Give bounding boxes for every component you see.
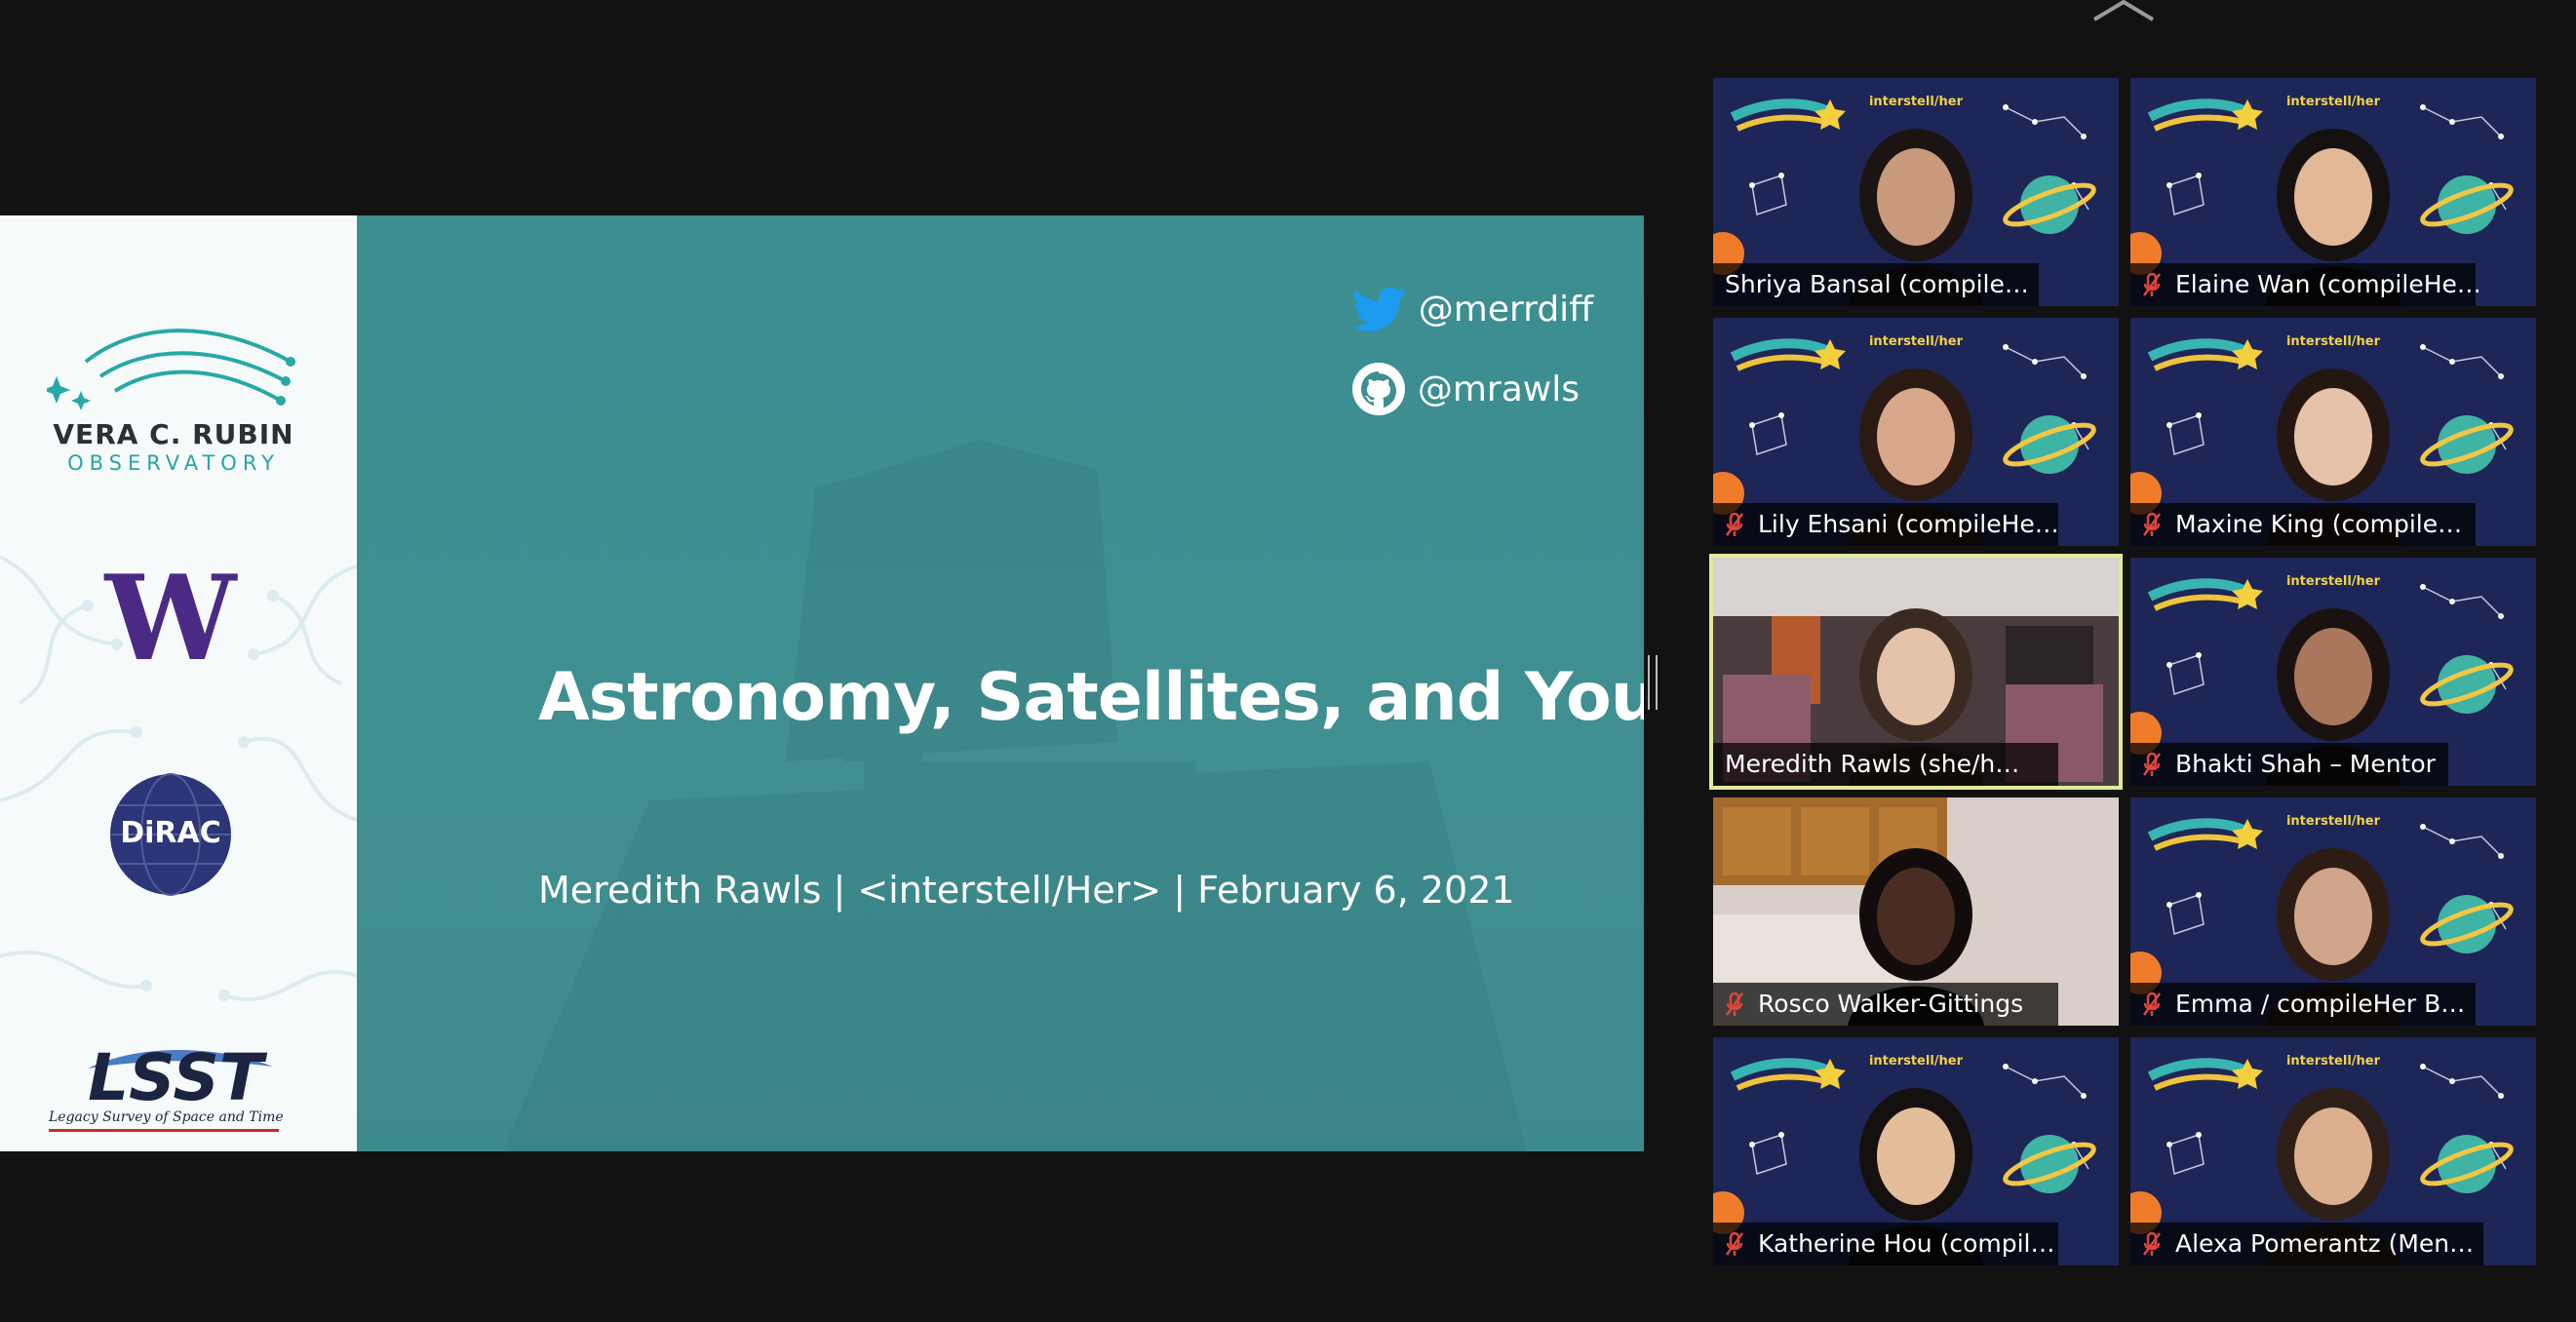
twitter-handle-text: @merrdiff bbox=[1418, 289, 1593, 330]
muted-mic-icon bbox=[2142, 992, 2162, 1016]
participant-name: Maxine King (compile… bbox=[2175, 510, 2463, 538]
participant-name-bar: Bhakti Shah – Mentor bbox=[2130, 743, 2448, 786]
participant-name-bar: Elaine Wan (compileHe… bbox=[2130, 263, 2481, 306]
muted-mic-icon bbox=[2142, 512, 2162, 536]
participant-name: Shriya Bansal (compile… bbox=[1725, 270, 2029, 298]
muted-mic-icon bbox=[1725, 1231, 1744, 1256]
participant-tile[interactable]: interstell/her Alexa Pomerantz (Men… bbox=[2130, 1037, 2536, 1265]
lsst-letters: LSST bbox=[88, 1040, 268, 1109]
lsst-logo: LSST Legacy Survey of Space and Time bbox=[49, 1039, 312, 1132]
participant-name: Lily Ehsani (compileHe… bbox=[1758, 510, 2059, 538]
banner-text: interstell/her bbox=[2286, 334, 2381, 349]
participant-tile[interactable]: interstell/her Maxine King (compile… bbox=[2130, 318, 2536, 546]
participant-name-bar: Meredith Rawls (she/h… bbox=[1713, 743, 2058, 786]
uw-letter: W bbox=[103, 562, 239, 669]
participant-tile[interactable]: interstell/her Shriya Bansal (compile… bbox=[1713, 78, 2119, 306]
twitter-handle-row: @merrdiff bbox=[1350, 286, 1593, 332]
github-handle-text: @mrawls bbox=[1417, 369, 1580, 409]
muted-mic-icon bbox=[2142, 1231, 2162, 1256]
lsst-subtitle: Legacy Survey of Space and Time bbox=[49, 1109, 284, 1125]
banner-text: interstell/her bbox=[2286, 814, 2381, 829]
banner-text: interstell/her bbox=[2286, 1054, 2381, 1069]
banner-text: interstell/her bbox=[1869, 95, 1964, 109]
participant-name: Katherine Hou (compil… bbox=[1758, 1229, 2055, 1258]
gallery-resize-handle[interactable] bbox=[1648, 655, 1658, 710]
rubin-observatory-logo: VERA C. RUBIN OBSERVATORY bbox=[43, 323, 300, 479]
slide-title: Astronomy, Satellites, and You bbox=[538, 659, 1644, 736]
participant-tile[interactable]: interstell/her Elaine Wan (compileHe… bbox=[2130, 78, 2536, 306]
participant-name: Emma / compileHer B… bbox=[2175, 990, 2466, 1018]
muted-mic-icon bbox=[1725, 992, 1744, 1016]
banner-text: interstell/her bbox=[2286, 95, 2381, 109]
logo-panel: VERA C. RUBIN OBSERVATORY W DiRAC LSST L… bbox=[0, 215, 357, 1151]
shared-screen-slide: VERA C. RUBIN OBSERVATORY W DiRAC LSST L… bbox=[0, 215, 1644, 1151]
participant-name-bar: Maxine King (compile… bbox=[2130, 503, 2476, 546]
muted-mic-icon bbox=[2142, 752, 2162, 776]
participant-tile[interactable]: interstell/her Katherine Hou (compil… bbox=[1713, 1037, 2119, 1265]
collapse-gallery-chevron-icon[interactable] bbox=[2090, 0, 2157, 23]
lsst-underline bbox=[49, 1129, 279, 1132]
participant-name: Bhakti Shah – Mentor bbox=[2175, 750, 2436, 778]
participant-name: Rosco Walker-Gittings bbox=[1758, 990, 2024, 1018]
muted-mic-icon bbox=[2142, 272, 2162, 296]
university-of-washington-logo: W bbox=[103, 562, 239, 669]
lsst-wordmark-icon: LSST bbox=[88, 1040, 273, 1115]
twitter-icon bbox=[1351, 288, 1405, 331]
participant-name: Alexa Pomerantz (Men… bbox=[2175, 1229, 2475, 1258]
participant-tile[interactable]: interstell/her Bhakti Shah – Mentor bbox=[2130, 558, 2536, 786]
rubin-name-text: VERA C. RUBIN bbox=[53, 418, 294, 450]
github-icon bbox=[1351, 363, 1405, 415]
participant-name-bar: Lily Ehsani (compileHe… bbox=[1713, 503, 2059, 546]
participant-name-bar: Shriya Bansal (compile… bbox=[1713, 263, 2039, 306]
participant-tile[interactable]: interstell/her Emma / compileHer B… bbox=[2130, 797, 2536, 1026]
slide-main-panel: @merrdiff @mrawls Astronomy, Satellites,… bbox=[357, 215, 1644, 1151]
participant-name-bar: Rosco Walker-Gittings bbox=[1713, 983, 2058, 1026]
participant-name-bar: Emma / compileHer B… bbox=[2130, 983, 2476, 1026]
dirac-logo: DiRAC bbox=[107, 771, 234, 898]
rubin-sub-text: OBSERVATORY bbox=[67, 451, 280, 475]
banner-text: interstell/her bbox=[1869, 334, 1964, 349]
participant-name: Elaine Wan (compileHe… bbox=[2175, 270, 2481, 298]
participant-name: Meredith Rawls (she/h… bbox=[1725, 750, 2020, 778]
participant-tile[interactable]: Rosco Walker-Gittings bbox=[1713, 797, 2119, 1026]
dirac-text: DiRAC bbox=[120, 816, 221, 850]
participant-tile[interactable]: interstell/her Lily Ehsani (compileHe… bbox=[1713, 318, 2119, 546]
banner-text: interstell/her bbox=[2286, 574, 2381, 589]
banner-text: interstell/her bbox=[1869, 1054, 1964, 1069]
muted-mic-icon bbox=[1725, 512, 1744, 536]
slide-subtitle: Meredith Rawls | <interstell/Her> | Febr… bbox=[538, 869, 1515, 912]
participant-tile[interactable]: Meredith Rawls (she/h… bbox=[1709, 554, 2123, 790]
github-handle-row: @mrawls bbox=[1351, 362, 1580, 416]
participant-name-bar: Alexa Pomerantz (Men… bbox=[2130, 1223, 2483, 1265]
participant-name-bar: Katherine Hou (compil… bbox=[1713, 1223, 2058, 1265]
rubin-arcs-icon bbox=[43, 329, 295, 410]
